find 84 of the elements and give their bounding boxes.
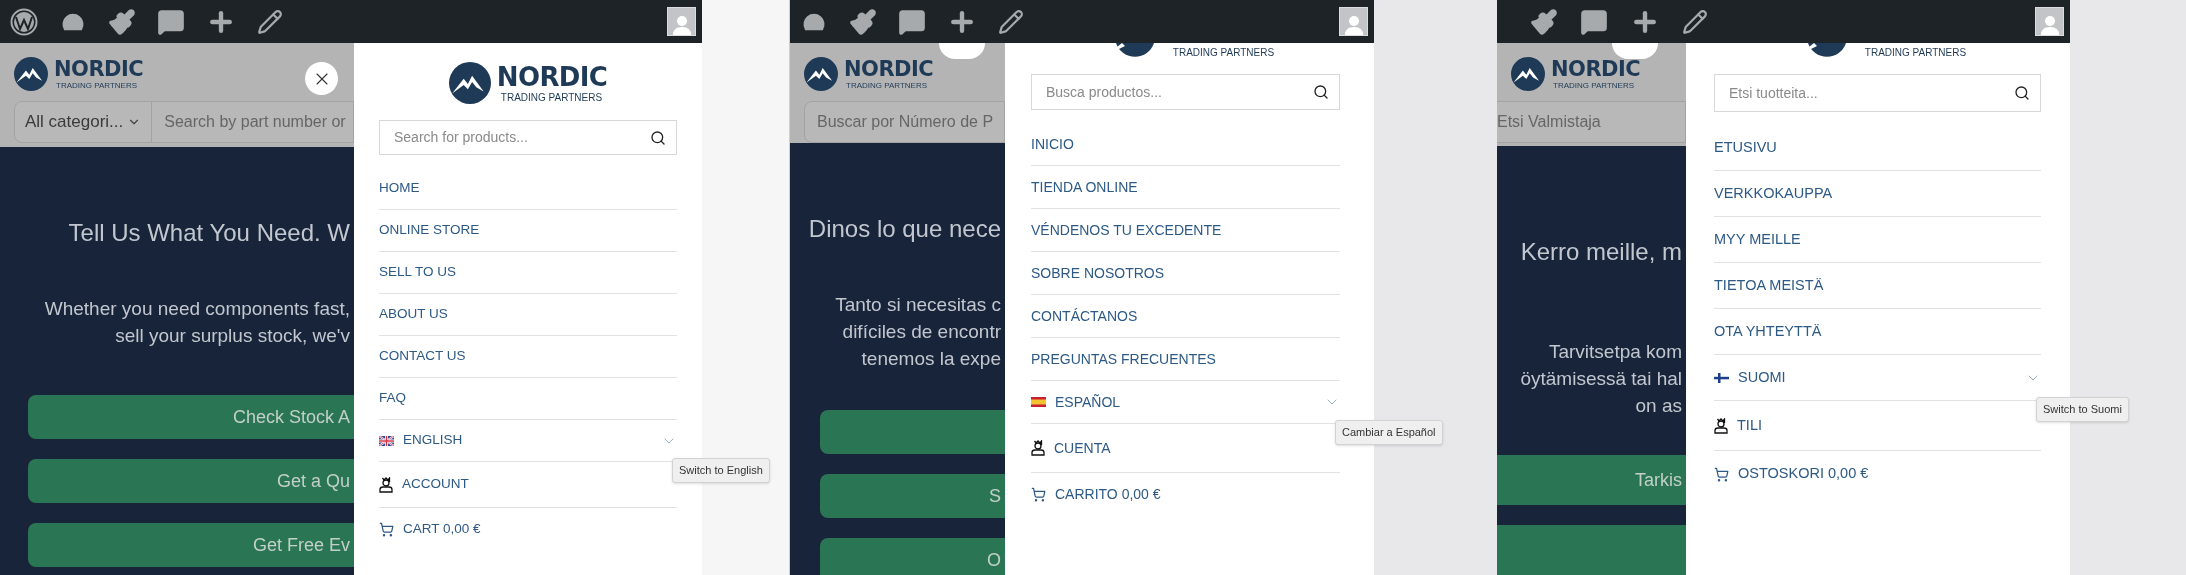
hero-heading: Kerro meille, m: [1519, 237, 1683, 267]
brush-icon[interactable]: [1530, 7, 1558, 36]
cart-icon: [1031, 487, 1046, 502]
tooltip: Switch to English: [672, 458, 770, 483]
menu-link[interactable]: OTA YHTEYTTÄ: [1714, 309, 2041, 355]
pencil-icon[interactable]: [1682, 8, 1708, 35]
hero-button[interactable]: Get a Qu: [28, 459, 354, 503]
product-search-field[interactable]: Etsi tuotteita...: [1714, 74, 2041, 112]
flag-icon: [1714, 372, 1729, 383]
logo-tagline: TRADING PARTNERS: [56, 81, 139, 90]
logo-wordmark: NORDIC: [496, 63, 608, 90]
hero-text: Tarvitsetpa kom: [1547, 340, 1682, 364]
hero-button[interactable]: Check Stock A: [28, 395, 354, 439]
hero-button[interactable]: S: [820, 474, 1005, 518]
mountain-logo-icon: [1511, 57, 1545, 91]
hero-text: difíciles de encontr: [841, 320, 1001, 344]
brush-icon[interactable]: [108, 7, 136, 36]
account-link[interactable]: CUENTA: [1031, 424, 1340, 473]
logo-tagline: TRADING PARTNERS: [1864, 46, 1967, 60]
product-search-field[interactable]: Search for products...: [379, 120, 677, 155]
comment-icon[interactable]: [157, 7, 185, 36]
cart-link[interactable]: OSTOSKORI 0,00 €: [1714, 451, 2041, 497]
menu-link[interactable]: SOBRE NOSOTROS: [1031, 252, 1340, 295]
cart-icon: [379, 521, 394, 537]
mountain-logo-icon: [448, 62, 491, 104]
hero-button[interactable]: O: [820, 538, 1005, 575]
comment-icon[interactable]: [1580, 7, 1608, 36]
search-icon[interactable]: [2014, 85, 2030, 101]
person-icon: [1714, 417, 1728, 434]
person-icon: [379, 476, 393, 493]
hero-text: sell your surplus stock, we'v: [114, 324, 350, 348]
menu-link[interactable]: PREGUNTAS FRECUENTES: [1031, 338, 1340, 381]
cart-link[interactable]: CARRITO 0,00 €: [1031, 473, 1340, 516]
hero-text: Whether you need components fast,: [43, 297, 350, 321]
flag-icon: [1031, 397, 1046, 407]
search-icon[interactable]: [1313, 84, 1329, 100]
search-icon[interactable]: [650, 129, 666, 146]
menu-link[interactable]: CONTACT US: [379, 336, 677, 378]
comment-icon[interactable]: [898, 7, 926, 36]
account-link[interactable]: ACCOUNT: [379, 462, 677, 508]
language-switcher[interactable]: SUOMI: [1714, 355, 2025, 400]
brush-icon[interactable]: [849, 7, 877, 36]
mountain-logo-icon: [804, 57, 838, 91]
logo-tagline: TRADING PARTNERS: [846, 81, 929, 90]
menu-link[interactable]: VERKKOKAUPPA: [1714, 171, 2041, 217]
menu-link[interactable]: HOME: [379, 168, 677, 210]
product-search-field[interactable]: Busca productos...: [1031, 74, 1340, 110]
logo-wordmark: NORDIC: [54, 58, 144, 80]
logo-wordmark: NORDIC: [844, 58, 934, 80]
language-switcher[interactable]: ESPAÑOL: [1031, 381, 1324, 423]
menu-link[interactable]: ABOUT US: [379, 294, 677, 336]
wordpress-logo-icon[interactable]: [10, 7, 38, 36]
menu-link[interactable]: CONTÁCTANOS: [1031, 295, 1340, 338]
menu-link[interactable]: ONLINE STORE: [379, 210, 677, 252]
person-icon: [1031, 440, 1045, 456]
hero-text: öytämisessä tai hal: [1519, 367, 1682, 391]
menu-link[interactable]: FAQ: [379, 378, 677, 420]
hero-text: tenemos la expe: [860, 347, 1001, 371]
language-switcher[interactable]: ENGLISH: [379, 420, 661, 461]
hero-heading: Dinos lo que nece: [807, 214, 1002, 244]
menu-link[interactable]: SELL TO US: [379, 252, 677, 294]
logo-wordmark: NORDIC: [1551, 58, 1641, 80]
hero-text: on as: [1634, 394, 1682, 418]
pencil-icon[interactable]: [998, 8, 1024, 35]
menu-link[interactable]: TIENDA ONLINE: [1031, 166, 1340, 209]
logo-tagline: TRADING PARTNERS: [1172, 46, 1275, 60]
menu-link[interactable]: TIETOA MEISTÄ: [1714, 263, 2041, 309]
hero-heading: Tell Us What You Need. W: [67, 218, 351, 248]
tooltip: Switch to Suomi: [2036, 397, 2129, 422]
flag-icon: [379, 435, 394, 446]
logo-tagline: TRADING PARTNERS: [1553, 81, 1636, 90]
account-link[interactable]: TILI: [1714, 401, 2041, 451]
cart-link[interactable]: CART 0,00 €: [379, 508, 677, 550]
menu-link[interactable]: ETUSIVU: [1714, 125, 2041, 171]
hero-text: Tanto si necesitas c: [834, 293, 1001, 317]
menu-link[interactable]: VÉNDENOS TU EXCEDENTE: [1031, 209, 1340, 252]
logo-tagline: TRADING PARTNERS: [500, 92, 604, 103]
cart-icon: [1714, 466, 1729, 482]
menu-link[interactable]: INICIO: [1031, 123, 1340, 166]
mountain-logo-icon: [14, 57, 48, 91]
tooltip: Cambiar a Español: [1335, 420, 1443, 445]
pencil-icon[interactable]: [257, 8, 283, 35]
menu-link[interactable]: MYY MEILLE: [1714, 217, 2041, 263]
category-select[interactable]: All categori...: [15, 102, 153, 142]
